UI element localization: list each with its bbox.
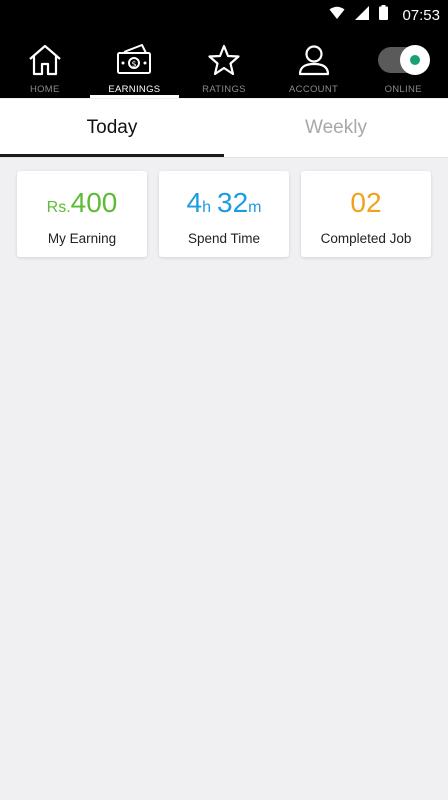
nav-label-account: ACCOUNT xyxy=(289,84,339,95)
nav-label-ratings: RATINGS xyxy=(202,84,246,95)
completed-job-value: 02 xyxy=(350,187,381,221)
status-bar: 07:53 xyxy=(0,0,448,30)
tab-today[interactable]: Today xyxy=(0,99,224,157)
online-toggle-track xyxy=(378,45,431,75)
battery-icon xyxy=(379,5,389,25)
online-toggle-knob xyxy=(400,45,431,75)
minutes-value: 32 xyxy=(217,187,249,218)
svg-text:$: $ xyxy=(132,60,137,69)
earning-amount: 400 xyxy=(70,187,118,218)
nav-label-online: ONLINE xyxy=(384,84,422,95)
tab-today-label: Today xyxy=(86,117,138,138)
spend-time-card: 4 h 32 m Spend Time xyxy=(159,171,289,257)
status-time: 07:53 xyxy=(402,6,440,24)
earning-label: My Earning xyxy=(47,231,117,246)
earnings-icon: $ xyxy=(116,44,152,76)
tab-weekly[interactable]: Weekly xyxy=(224,99,448,157)
star-icon xyxy=(208,44,240,76)
nav-item-online[interactable]: ONLINE xyxy=(358,30,448,98)
account-icon xyxy=(298,44,330,76)
hours-value: 4 xyxy=(186,187,203,218)
earning-card: Rs. 400 My Earning xyxy=(17,171,147,257)
home-icon xyxy=(28,44,62,76)
hours-unit: h xyxy=(202,199,211,216)
nav-item-earnings[interactable]: $ EARNINGS xyxy=(89,30,180,98)
online-status-dot xyxy=(410,55,421,65)
tab-weekly-label: Weekly xyxy=(305,117,367,138)
nav-label-earnings: EARNINGS xyxy=(108,84,161,95)
period-tabs: Today Weekly xyxy=(0,99,448,157)
earning-value: Rs. 400 xyxy=(47,187,118,221)
completed-job-card: 02 Completed Job xyxy=(301,171,431,257)
nav-item-account[interactable]: ACCOUNT xyxy=(269,30,359,98)
completed-job-count: 02 xyxy=(350,187,382,218)
spend-time-value: 4 h 32 m xyxy=(187,187,262,221)
stats-cards: Rs. 400 My Earning 4 h 32 m Spend Time 0… xyxy=(17,171,431,257)
top-nav: HOME $ EARNINGS RATINGS ACCOUNT ONLINE xyxy=(0,30,448,98)
signal-icon xyxy=(355,5,370,25)
nav-label-home: HOME xyxy=(29,84,60,95)
wifi-icon xyxy=(329,6,345,25)
nav-active-indicator xyxy=(89,95,180,98)
nav-item-home[interactable]: HOME xyxy=(0,30,90,98)
nav-item-ratings[interactable]: RATINGS xyxy=(179,30,269,98)
tabs-divider xyxy=(0,157,448,158)
spend-time-label: Spend Time xyxy=(187,231,261,246)
online-toggle[interactable] xyxy=(378,44,431,76)
minutes-unit: m xyxy=(248,199,262,216)
status-icons: 07:53 xyxy=(329,0,440,30)
currency-prefix: Rs. xyxy=(46,199,71,216)
completed-job-label: Completed Job xyxy=(320,231,412,246)
